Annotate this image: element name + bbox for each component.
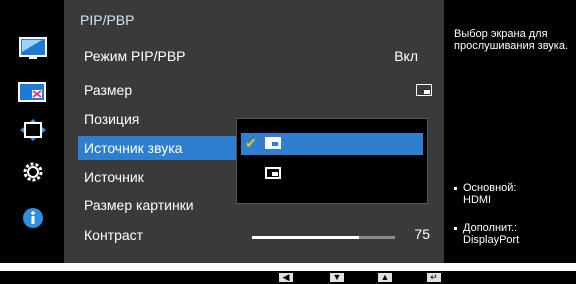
gear-icon[interactable] — [18, 160, 48, 184]
pip-pbp-icon[interactable] — [18, 82, 46, 102]
main-source-value: HDMI — [463, 194, 492, 206]
menu-item-label: Контраст — [84, 227, 144, 243]
enter-icon[interactable]: ↵ — [427, 273, 441, 282]
sub-source-info: Дополнит.: DisplayPort — [454, 222, 572, 246]
bullet-icon — [454, 226, 457, 230]
down-arrow-icon[interactable]: ▼ — [330, 273, 344, 282]
main-source-label: Основной: — [463, 182, 517, 194]
menu-item-label: Размер картинки — [84, 197, 194, 213]
sub-source-label: Дополнит.: — [463, 222, 518, 234]
menu-item-label: Источник — [84, 169, 144, 185]
information-icon[interactable] — [18, 206, 48, 230]
menu-item-sound-source[interactable]: Источник звука — [78, 136, 249, 160]
sound-source-dropdown: ✔ — [236, 118, 428, 204]
category-sidebar — [0, 0, 64, 263]
menu-item-size[interactable]: Размер — [78, 78, 430, 102]
menu-item-label: Размер — [84, 82, 133, 98]
sub-source-value: DisplayPort — [463, 234, 520, 246]
option-main-screen[interactable]: ✔ — [241, 133, 423, 155]
picture-icon[interactable] — [18, 36, 48, 60]
contrast-value: 75 — [414, 226, 430, 242]
menu-item-label: Режим PIP/PBP — [84, 48, 186, 64]
left-arrow-icon[interactable]: ◀ — [279, 273, 293, 282]
main-source-info: Основной: HDMI — [454, 182, 572, 206]
osd-window: PIP/PBP Режим PIP/PBP Вкл Размер Позиция… — [0, 0, 576, 263]
help-text: Выбор экрана для прослушивания звука. — [454, 28, 569, 52]
position-icon[interactable] — [18, 118, 48, 142]
help-panel: Выбор экрана для прослушивания звука. Ос… — [444, 0, 576, 263]
menu-item-label: Источник звука — [84, 140, 183, 156]
menu-item-value: Вкл — [394, 48, 418, 64]
sub-screen-icon — [265, 167, 281, 179]
main-screen-icon — [265, 137, 281, 149]
checkmark-icon: ✔ — [245, 135, 257, 151]
contrast-slider[interactable] — [252, 236, 395, 239]
up-arrow-icon[interactable]: ▲ — [378, 273, 392, 282]
menu-item-label: Позиция — [84, 111, 140, 127]
contrast-slider-fill — [252, 236, 360, 239]
menu-title: PIP/PBP — [80, 12, 135, 28]
menu-item-pip-mode[interactable]: Режим PIP/PBP Вкл — [78, 44, 430, 68]
button-guide-bar: ◀ ▼ ▲ ↵ — [0, 271, 576, 284]
menu-item-contrast[interactable]: Контраст — [78, 223, 430, 247]
size-value-icon — [416, 84, 432, 96]
pip-pbp-menu: PIP/PBP Режим PIP/PBP Вкл Размер Позиция… — [64, 0, 444, 263]
bullet-icon — [454, 186, 457, 190]
option-sub-screen[interactable] — [241, 163, 423, 185]
